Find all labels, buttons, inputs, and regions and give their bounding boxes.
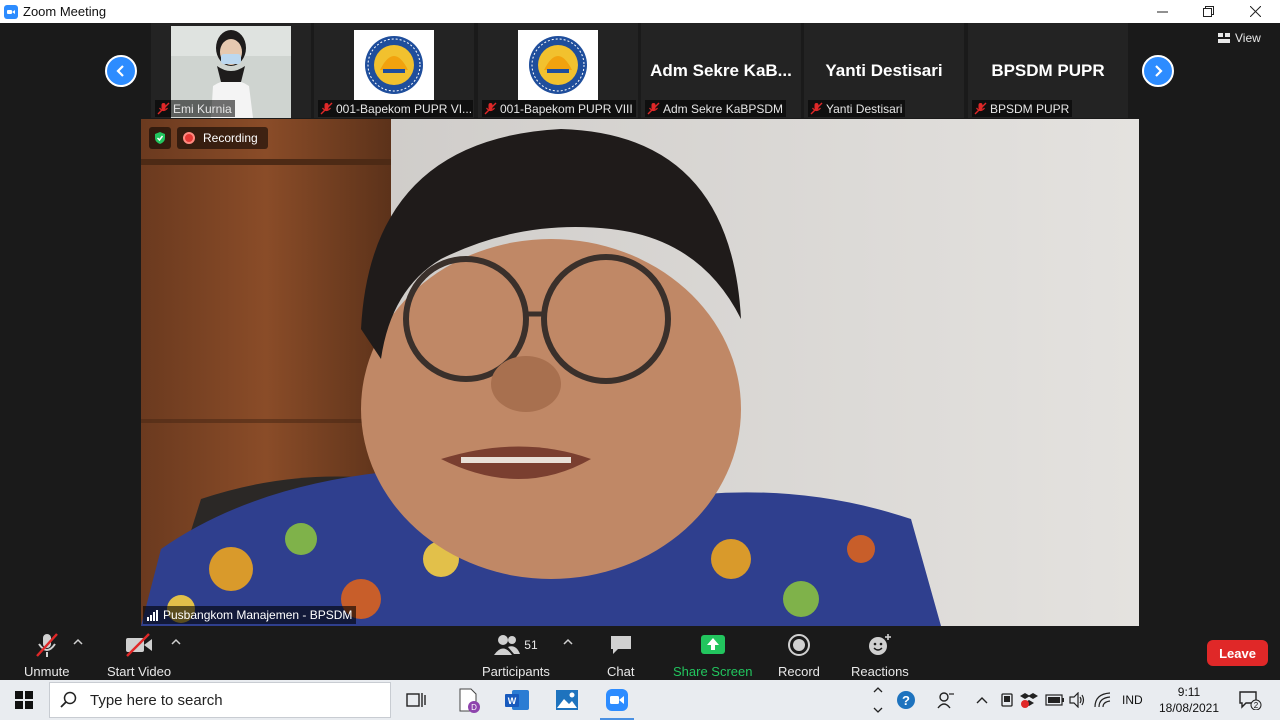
recording-status-bar: Recording [149,127,268,149]
svg-text:D: D [471,703,477,712]
help-icon[interactable]: ? [896,690,916,710]
tray-scroll-arrows[interactable] [868,682,888,718]
participant-name-label: BPSDM PUPR [972,100,1073,117]
task-view-icon [406,693,426,707]
participant-display-name: Yanti Destisari [825,61,943,80]
svg-text:2: 2 [1254,701,1259,710]
input-language-indicator[interactable]: IND [1122,693,1143,707]
reactions-button[interactable]: Reactions [851,632,909,679]
svg-text:?: ? [902,693,910,708]
participants-options-chevron-icon[interactable] [562,636,574,648]
photos-app-icon [556,690,578,710]
record-icon [787,632,811,658]
share-screen-icon [700,632,726,658]
muted-mic-icon [320,102,333,115]
grid-view-icon [1218,33,1230,43]
organization-logo-icon [354,30,434,100]
muted-mic-icon [157,102,170,115]
audio-options-chevron-icon[interactable] [72,636,84,648]
people-search-icon[interactable] [936,690,956,710]
start-button[interactable] [0,680,48,720]
share-screen-button[interactable]: Share Screen [673,632,753,679]
wifi-icon[interactable] [1093,690,1113,710]
taskbar-file-app[interactable]: D [445,680,491,720]
participant-name-label: 001-Bapekom PUPR VI... [318,100,473,117]
muted-mic-icon [484,102,497,115]
participant-tile[interactable]: Adm Sekre KaB... Adm Sekre KaBPSDM [641,23,801,118]
active-speaker-video: Recording Pusbangkom Manajemen - BPSDM [141,119,1139,626]
dropbox-icon[interactable] [1019,690,1039,710]
participant-display-name: Adm Sekre KaB... [650,61,792,80]
shield-check-icon[interactable] [149,127,171,149]
participant-name-label: Emi Kurnia [155,100,235,117]
task-view-button[interactable] [393,680,439,720]
participant-tile[interactable]: 001-Bapekom PUPR VIII [478,23,638,118]
muted-microphone-icon [34,632,60,658]
chevron-up-icon [873,687,883,693]
view-button[interactable]: View [1218,31,1261,45]
record-button[interactable]: Record [778,632,820,679]
active-speaker-name-label: Pusbangkom Manajemen - BPSDM [143,606,357,624]
taskbar-word-app[interactable]: W [494,680,540,720]
leave-button[interactable]: Leave [1207,640,1268,666]
windows-logo-icon [15,691,33,709]
meeting-area: Emi Kurnia 001-Bapekom PUPR VI... 001-Ba… [0,23,1280,680]
muted-mic-icon [647,102,660,115]
participant-name-label: Adm Sekre KaBPSDM [645,100,787,117]
taskbar-search-box[interactable]: Type here to search [49,682,391,718]
windows-taskbar: Type here to search D W ? IND 9:11 18/08… [0,680,1280,720]
unmute-button[interactable]: Unmute [24,632,70,679]
next-page-button[interactable] [1142,55,1174,87]
participant-tile[interactable]: 001-Bapekom PUPR VI... [314,23,474,118]
organization-logo-icon [518,30,598,100]
chat-bubble-icon [609,632,633,658]
participant-tile[interactable]: Emi Kurnia [151,23,311,118]
participant-name-label: Yanti Destisari [808,100,906,117]
chat-button[interactable]: Chat [607,632,634,679]
window-title: Zoom Meeting [23,4,107,19]
muted-mic-icon [974,102,987,115]
minimize-button[interactable] [1139,0,1185,23]
participant-tile[interactable]: BPSDM PUPR BPSDM PUPR [968,23,1128,118]
speaker-video-frame [141,119,1139,626]
title-bar: Zoom Meeting [0,0,1280,23]
svg-text:W: W [508,696,517,706]
participant-display-name: BPSDM PUPR [991,61,1105,80]
participants-icon: 51 [494,632,538,658]
zoom-app-icon [4,4,18,19]
recording-dot-icon [183,132,195,144]
search-icon [60,691,77,708]
start-video-button[interactable]: Start Video [107,632,171,679]
taskbar-zoom-app[interactable] [594,680,640,720]
recording-indicator[interactable]: Recording [177,127,268,149]
document-app-icon: D [459,688,480,713]
participants-button[interactable]: 51 Participants [482,632,550,679]
prev-page-button[interactable] [105,55,137,87]
notifications-icon[interactable]: 2 [1238,690,1262,710]
close-button[interactable] [1232,0,1278,23]
signal-strength-icon [147,609,158,621]
device-icon[interactable] [997,690,1017,710]
battery-icon[interactable] [1045,690,1065,710]
participant-name-label: 001-Bapekom PUPR VIII [482,100,636,117]
chevron-down-icon [873,707,883,713]
muted-mic-icon [810,102,823,115]
meeting-toolbar: Unmute Start Video 51 Participants Chat [0,626,1280,680]
video-options-chevron-icon[interactable] [170,636,182,648]
zoom-app-icon [606,689,628,711]
taskbar-photos-app[interactable] [544,680,590,720]
show-hidden-icons-chevron-icon[interactable] [972,690,992,710]
participant-strip: Emi Kurnia 001-Bapekom PUPR VI... 001-Ba… [0,23,1280,118]
word-app-icon: W [505,690,529,710]
video-off-icon [124,632,154,658]
volume-icon[interactable] [1068,690,1088,710]
smiley-plus-icon [867,632,893,658]
restore-button[interactable] [1185,0,1231,23]
participant-tile[interactable]: Yanti Destisari Yanti Destisari [804,23,964,118]
participants-count: 51 [524,638,538,652]
taskbar-clock[interactable]: 9:11 18/08/2021 [1150,684,1228,716]
